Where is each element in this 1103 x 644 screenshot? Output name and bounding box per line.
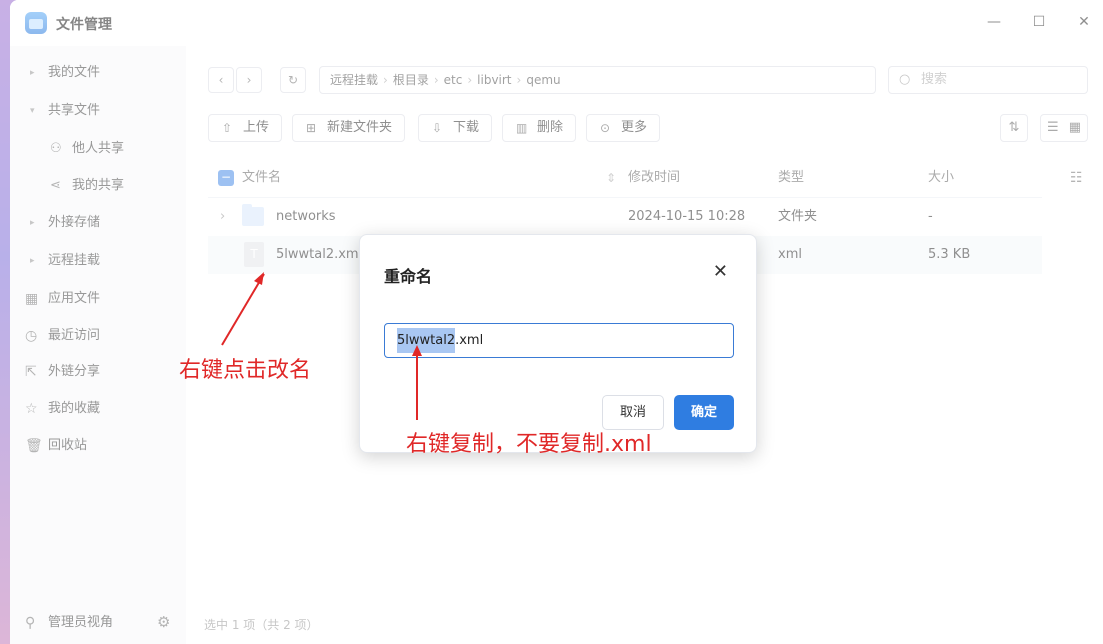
annotation-text-bottom: 右键复制，不要复制.xml [406,432,652,457]
dialog-title: 重命名 [384,267,433,286]
input-extension: .xml [455,333,484,348]
annotation-text-left: 右键点击改名 [179,358,312,383]
confirm-button[interactable]: 确定 [674,395,734,430]
rename-dialog: 重命名 ✕ 5lwwtal2.xml 取消 确定 [359,234,757,453]
cancel-button[interactable]: 取消 [602,395,664,430]
close-icon[interactable]: ✕ [713,261,728,282]
rename-input[interactable]: 5lwwtal2.xml [384,323,734,358]
selected-text: 5lwwtal2 [397,328,456,353]
